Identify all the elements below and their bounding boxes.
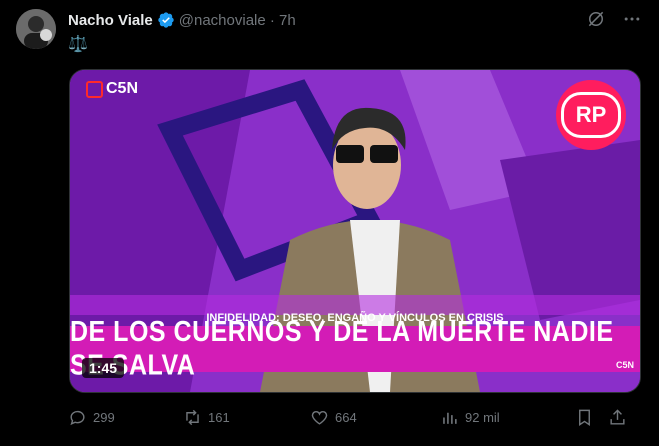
corner-logo: C5N xyxy=(615,360,634,370)
video-duration: 1:45 xyxy=(82,358,125,378)
views-button[interactable]: 92 mil xyxy=(440,408,575,427)
bookmark-button[interactable] xyxy=(575,408,608,427)
repost-icon xyxy=(186,409,199,425)
share-button[interactable] xyxy=(608,408,638,427)
more-icon[interactable] xyxy=(621,8,643,30)
verified-icon xyxy=(157,11,175,29)
author-name[interactable]: Nacho Viale xyxy=(68,12,153,29)
views-count: 92 mil xyxy=(465,409,500,425)
handle-and-time[interactable]: @nachoviale · 7h xyxy=(179,12,296,29)
reply-button[interactable]: 299 xyxy=(68,408,183,427)
c5n-square-icon xyxy=(86,80,103,98)
repost-button[interactable]: 161 xyxy=(183,408,310,427)
like-button[interactable]: 664 xyxy=(310,408,440,427)
bookmark-icon xyxy=(579,409,590,426)
like-icon xyxy=(311,410,328,425)
rp-logo: RP xyxy=(556,80,626,150)
action-bar: 299 161 664 92 mil xyxy=(68,406,643,428)
reply-icon xyxy=(70,410,85,425)
avatar[interactable] xyxy=(16,9,56,49)
like-count: 664 xyxy=(335,409,357,425)
headline-text: DE LOS CUERNOS Y DE LA MUERTE NADIE SE S… xyxy=(70,315,614,382)
tweet-header: Nacho Viale @nachoviale · 7h xyxy=(68,9,296,31)
views-icon xyxy=(443,412,457,424)
tweet-text: ⚖️ xyxy=(68,36,88,53)
tweet[interactable]: Nacho Viale @nachoviale · 7h ⚖️ C5N RP I… xyxy=(0,0,659,446)
reply-count: 299 xyxy=(93,409,115,425)
video-player[interactable]: C5N RP INFIDELIDAD: DESEO, ENGAÑO Y VÍNC… xyxy=(69,69,641,393)
headline-banner: DE LOS CUERNOS Y DE LA MUERTE NADIE SE S… xyxy=(70,316,640,381)
repost-count: 161 xyxy=(208,409,230,425)
channel-logo: C5N xyxy=(86,80,138,98)
share-icon xyxy=(610,408,625,425)
grok-icon[interactable] xyxy=(585,8,607,30)
